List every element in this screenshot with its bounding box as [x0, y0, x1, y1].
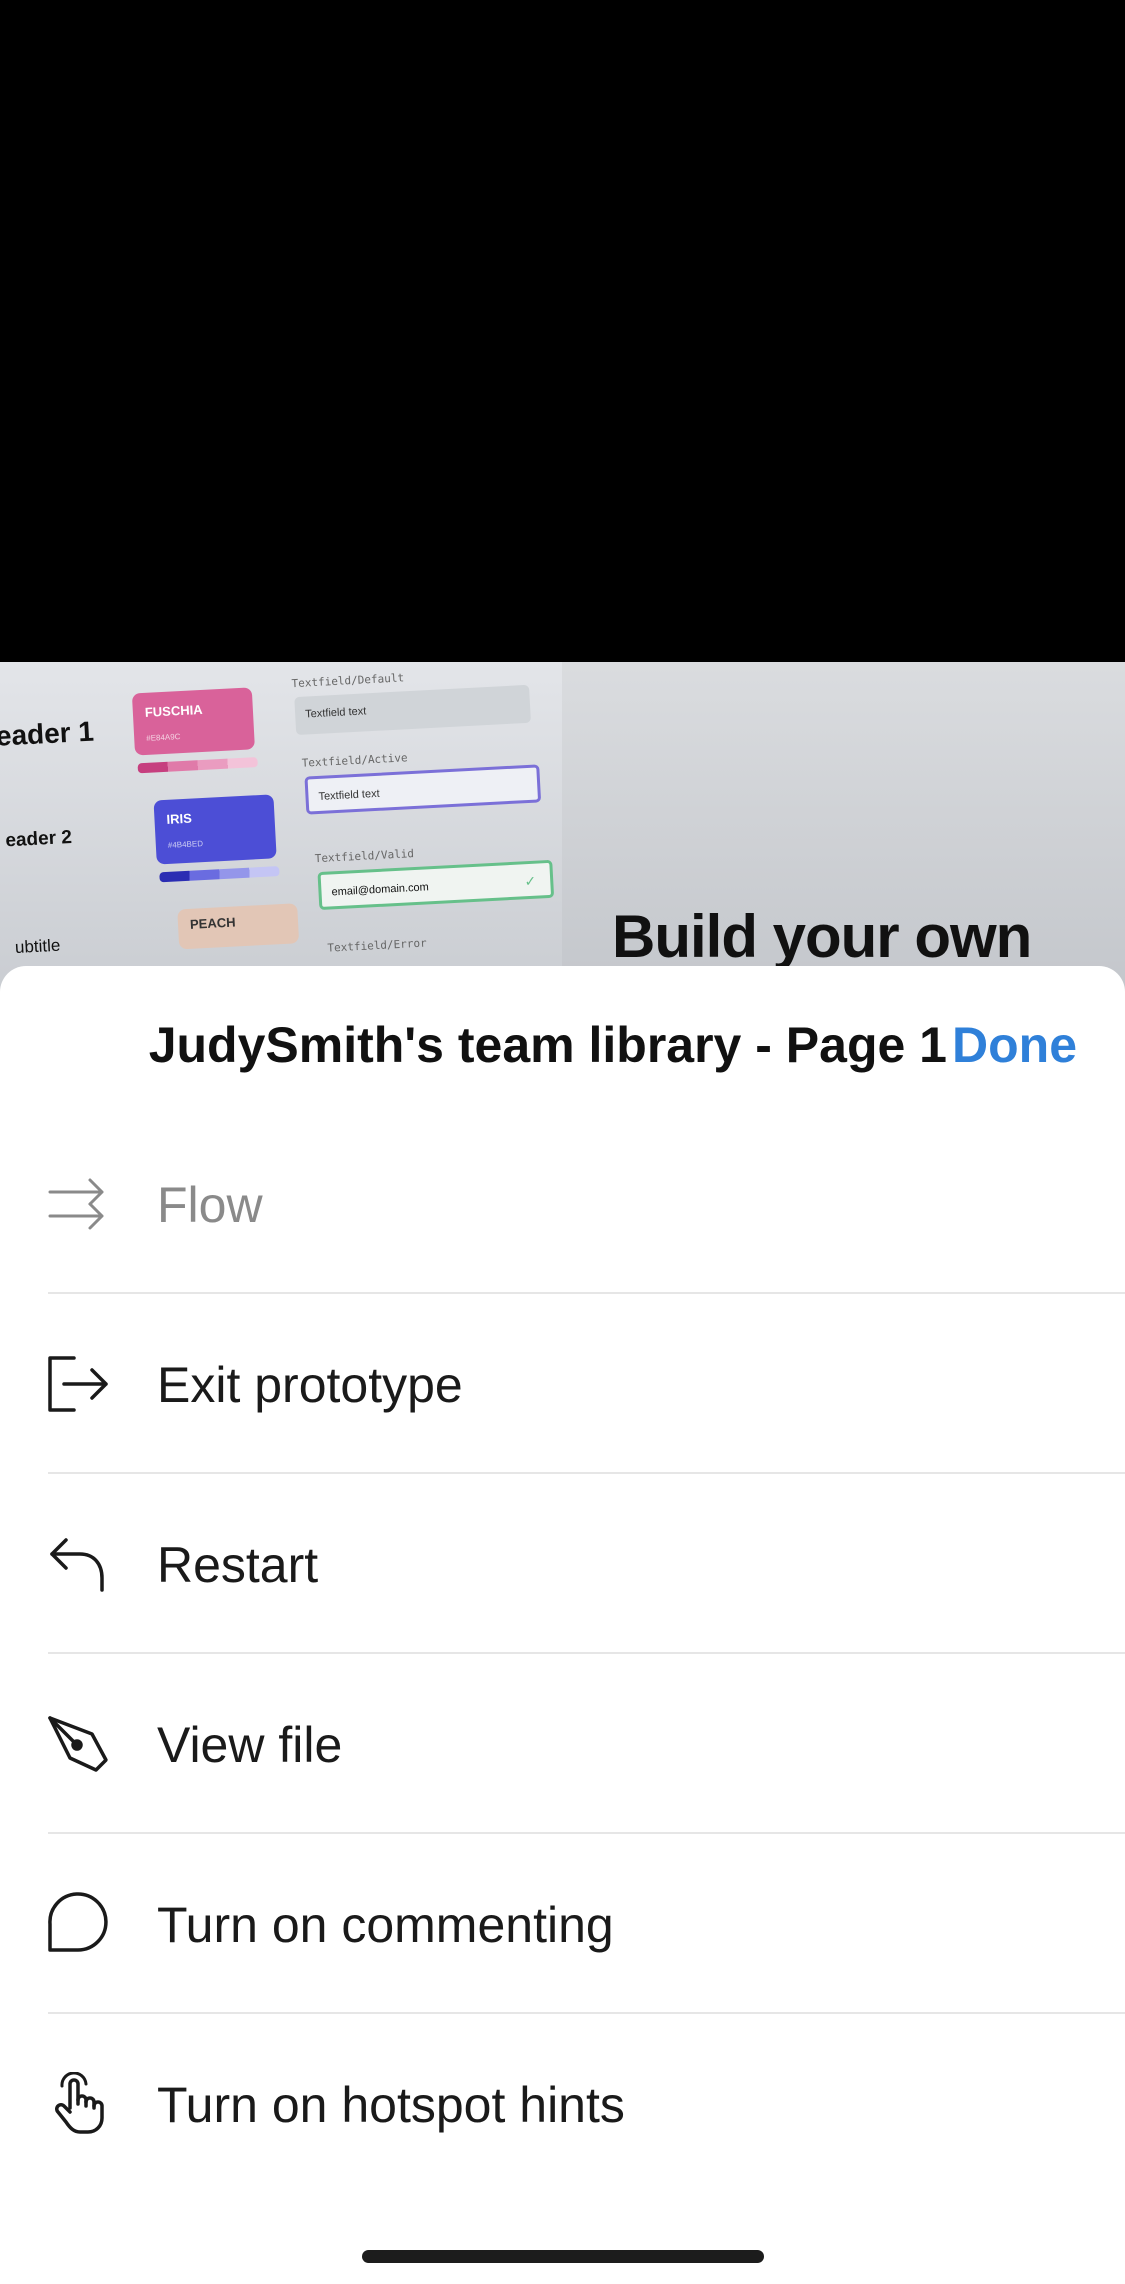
design-system-canvas: eader 1 eader 2 ubtitle FUSCHIA #E84A9C …: [0, 662, 591, 1002]
build-your-own-heading: Build your own: [612, 903, 1032, 970]
preview-header-1: eader 1: [0, 715, 95, 752]
swatch-iris: IRIS #4B4BED: [153, 794, 277, 865]
menu-item-label: Flow: [157, 1177, 263, 1233]
prototype-preview: eader 1 eader 2 ubtitle FUSCHIA #E84A9C …: [0, 662, 1125, 1002]
options-bottom-sheet: JudySmith's team library - Page 1 Done F…: [0, 966, 1125, 2284]
menu-item-flow[interactable]: Flow: [0, 1114, 1125, 1294]
sheet-title: JudySmith's team library - Page 1: [148, 1017, 947, 1073]
comment-bubble-icon: [46, 1892, 110, 1956]
tf-error-label: Textfield/Error: [327, 936, 428, 955]
menu-item-restart[interactable]: Restart: [0, 1474, 1125, 1654]
tf-valid-label: Textfield/Valid: [314, 847, 415, 866]
tf-default: Textfield text: [294, 684, 531, 736]
preview-header-2: eader 2: [4, 826, 73, 852]
done-button[interactable]: Done: [952, 1016, 1077, 1074]
preview-subtitle: ubtitle: [14, 935, 61, 958]
swatch-fuschia-shades: [137, 757, 258, 774]
tf-active-label: Textfield/Active: [301, 751, 408, 770]
tf-active: Textfield text: [304, 764, 542, 815]
options-menu: Flow Exit prototype Restart View file Tu…: [0, 1114, 1125, 2194]
tf-valid: email@domain.com ✓: [317, 859, 555, 911]
menu-item-turn-on-commenting[interactable]: Turn on commenting: [0, 1834, 1125, 2014]
video-letterbox: [0, 0, 1125, 662]
exit-icon: [46, 1352, 110, 1416]
swatch-peach: PEACH: [177, 903, 300, 950]
swatch-fuschia: FUSCHIA #E84A9C: [131, 687, 255, 756]
menu-item-exit-prototype[interactable]: Exit prototype: [0, 1294, 1125, 1474]
menu-item-label: Turn on commenting: [157, 1897, 614, 1953]
flow-arrows-icon: [46, 1172, 110, 1236]
hand-pointer-icon: [46, 2071, 110, 2136]
menu-item-label: Restart: [157, 1537, 319, 1593]
home-indicator[interactable]: [362, 2250, 764, 2263]
menu-item-turn-on-hotspot-hints[interactable]: Turn on hotspot hints: [0, 2014, 1125, 2194]
menu-item-label: View file: [157, 1717, 343, 1773]
swatch-iris-shades: [159, 866, 280, 883]
pen-tool-icon: [46, 1712, 110, 1776]
menu-item-label: Exit prototype: [157, 1357, 463, 1413]
tf-default-label: Textfield/Default: [291, 671, 405, 691]
menu-item-label: Turn on hotspot hints: [157, 2077, 625, 2133]
restart-arrow-icon: [46, 1532, 110, 1596]
menu-item-view-file[interactable]: View file: [0, 1654, 1125, 1834]
